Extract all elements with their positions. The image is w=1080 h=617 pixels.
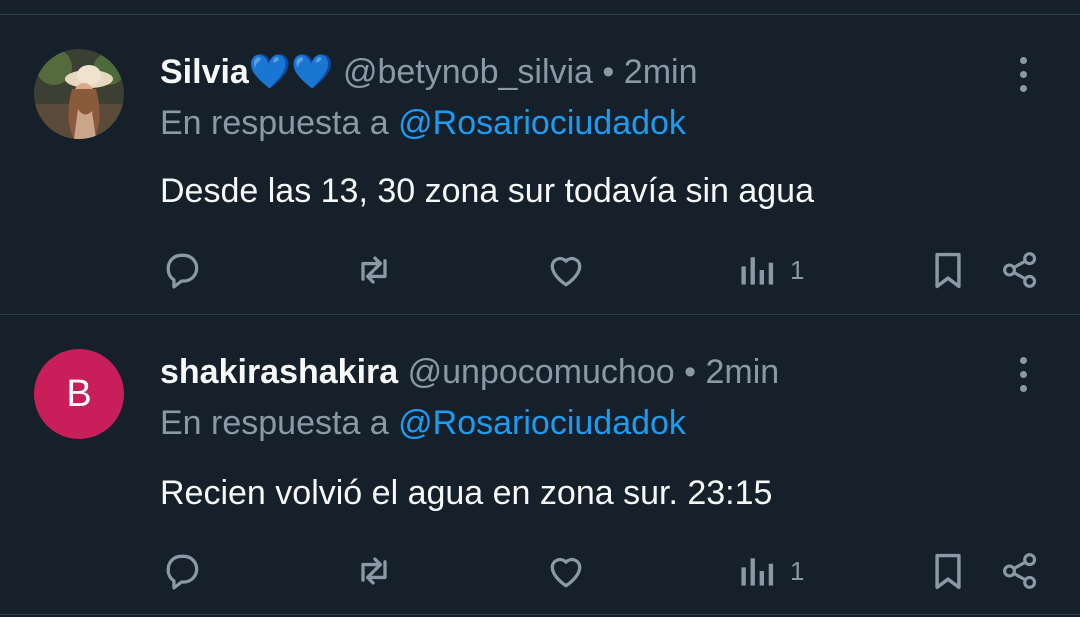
tweet[interactable]: Silvia💙💙 @betynob_silvia • 2min En respu… xyxy=(0,15,1080,315)
like-button[interactable] xyxy=(544,549,588,593)
more-icon[interactable] xyxy=(1012,355,1036,395)
retweet-icon xyxy=(361,557,387,585)
tweet[interactable]: B shakirashakira @unpocomuchoo • 2min En… xyxy=(0,315,1080,615)
timestamp[interactable]: 2min xyxy=(705,353,779,391)
more-icon[interactable] xyxy=(1012,55,1036,95)
share-button[interactable] xyxy=(999,549,1041,593)
share-icon xyxy=(1003,252,1037,288)
reply-button[interactable] xyxy=(160,248,204,292)
tweet-header: shakirashakira @unpocomuchoo • 2min xyxy=(160,352,779,392)
views-button[interactable]: 1 xyxy=(736,549,804,593)
avatar-letter: B xyxy=(66,372,92,415)
reply-icon xyxy=(166,253,199,289)
heart-emoji: 💙💙 xyxy=(248,53,334,91)
like-button[interactable] xyxy=(544,248,588,292)
bookmark-icon xyxy=(935,252,961,289)
reply-mention-link[interactable]: @Rosariociudadok xyxy=(398,104,686,142)
reply-prefix: En respuesta a xyxy=(160,404,389,442)
separator-dot: • xyxy=(684,353,697,391)
views-count: 1 xyxy=(790,254,805,285)
like-icon xyxy=(550,256,582,287)
retweet-button[interactable] xyxy=(352,549,396,593)
bookmark-button[interactable] xyxy=(928,248,968,292)
retweet-button[interactable] xyxy=(352,248,396,292)
reply-context: En respuesta a @Rosariociudadok xyxy=(160,403,686,443)
display-name[interactable]: Silvia xyxy=(160,53,249,91)
tweet-text: Desde las 13, 30 zona sur todavía sin ag… xyxy=(160,172,814,210)
share-icon xyxy=(1003,553,1037,589)
share-button[interactable] xyxy=(999,248,1041,292)
views-count: 1 xyxy=(790,555,805,586)
username[interactable]: @unpocomuchoo xyxy=(408,353,675,391)
like-icon xyxy=(550,557,582,588)
reply-button[interactable] xyxy=(160,549,204,593)
views-icon xyxy=(741,558,774,586)
avatar[interactable]: B xyxy=(34,349,124,439)
reply-mention-link[interactable]: @Rosariociudadok xyxy=(398,404,686,442)
timestamp[interactable]: 2min xyxy=(624,53,698,91)
views-button[interactable]: 1 xyxy=(736,248,804,292)
bookmark-button[interactable] xyxy=(928,549,968,593)
tweet-text: Recien volvió el agua en zona sur. 23:15 xyxy=(160,474,773,512)
display-name[interactable]: shakirashakira xyxy=(160,353,398,391)
reply-context: En respuesta a @Rosariociudadok xyxy=(160,103,686,143)
views-icon xyxy=(741,257,774,285)
retweet-icon xyxy=(361,256,387,284)
bookmark-icon xyxy=(935,553,961,590)
avatar-photo xyxy=(34,49,124,139)
tweet-header: Silvia💙💙 @betynob_silvia • 2min xyxy=(160,52,697,92)
avatar[interactable] xyxy=(34,49,124,139)
reply-prefix: En respuesta a xyxy=(160,104,389,142)
bottom-divider xyxy=(0,614,1080,615)
username[interactable]: @betynob_silvia xyxy=(343,53,593,91)
reply-icon xyxy=(166,554,199,590)
separator-dot: • xyxy=(602,53,615,91)
